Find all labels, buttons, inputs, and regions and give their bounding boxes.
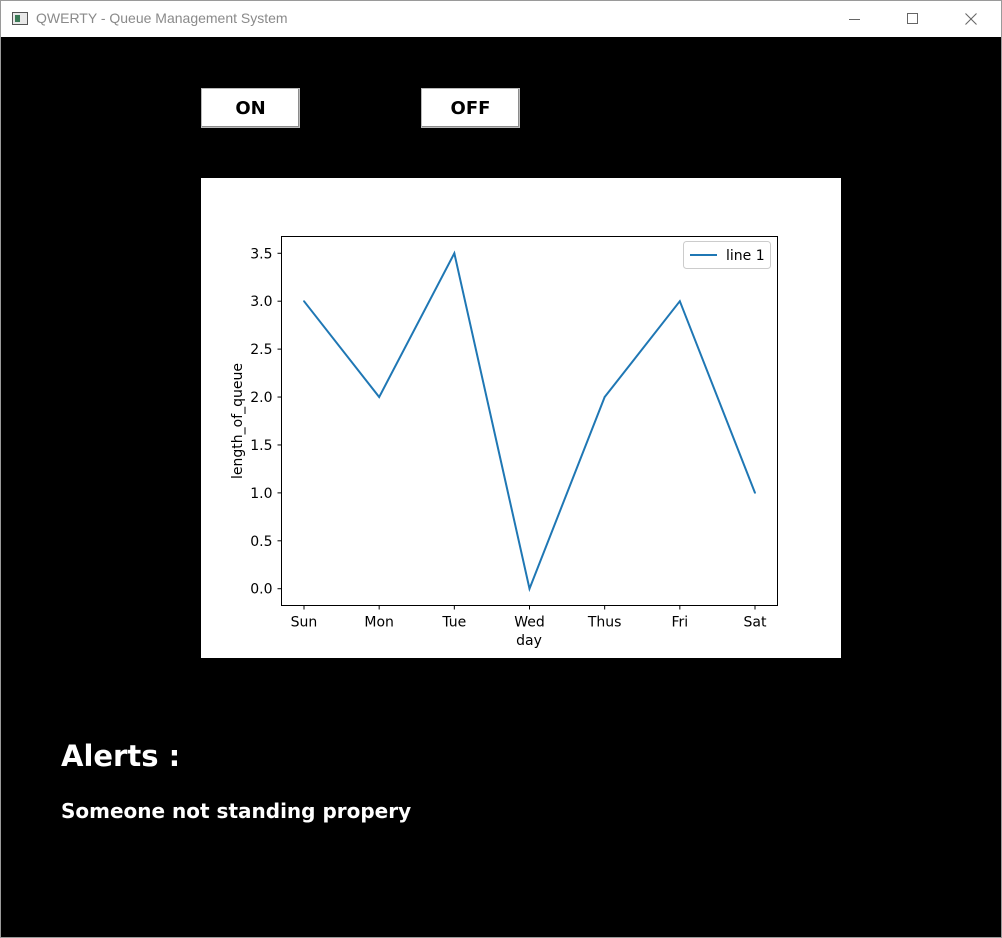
close-icon (965, 13, 977, 25)
series-line (303, 250, 756, 593)
x-tick-label: Tue (441, 615, 466, 631)
x-tick-label: Mon (364, 615, 394, 631)
y-tick-label: 3.0 (250, 294, 272, 310)
queue-chart: 0.0 0.5 1.0 1.5 2.0 2.5 3.0 3.5 Sun Mon Tue Wed Thu… (201, 178, 841, 658)
y-axis-ticks: 0.0 0.5 1.0 1.5 2.0 2.5 3.0 3.5 (250, 246, 282, 598)
data-point (528, 587, 531, 590)
data-point (603, 396, 606, 398)
app-window: QWERTY - Queue Management System ON OFF … (0, 0, 1002, 938)
x-tick-label: Sat (744, 615, 767, 631)
close-button[interactable] (948, 1, 994, 37)
y-tick-label: 2.0 (250, 390, 272, 406)
alert-message: Someone not standing propery (61, 799, 412, 823)
x-tick-label: Wed (514, 615, 545, 631)
y-tick-label: 1.5 (250, 438, 272, 454)
on-button[interactable]: ON (201, 88, 300, 128)
alerts-heading: Alerts : (61, 739, 181, 773)
minimize-icon (849, 19, 860, 20)
plot-frame (281, 236, 778, 606)
x-tick-label: Thus (587, 615, 622, 631)
x-tick-label: Fri (671, 615, 688, 631)
title-bar[interactable]: QWERTY - Queue Management System (1, 1, 1001, 37)
data-point (378, 396, 381, 398)
chart-canvas: 0.0 0.5 1.0 1.5 2.0 2.5 3.0 3.5 Sun Mon Tue Wed Thu… (230, 236, 778, 649)
app-icon (12, 12, 28, 25)
minimize-button[interactable] (832, 1, 878, 37)
maximize-icon (907, 13, 918, 24)
data-point (303, 300, 305, 303)
off-button[interactable]: OFF (421, 88, 520, 128)
y-tick-label: 0.5 (250, 534, 272, 550)
x-axis-ticks: Sun Mon Tue Wed Thus Fri Sat (291, 605, 767, 631)
data-point (678, 300, 681, 303)
main-content: ON OFF 0.0 0.5 1.0 1.5 2.0 2.5 3.0 3.5 Sun Mon Tu… (1, 37, 1001, 937)
y-tick-label: 0.0 (250, 582, 272, 598)
x-axis-label: day (516, 633, 542, 649)
legend-label: line 1 (726, 248, 765, 264)
y-tick-label: 3.5 (250, 246, 272, 262)
y-tick-label: 1.0 (250, 486, 272, 502)
series-lines (303, 250, 756, 593)
maximize-button[interactable] (890, 1, 936, 37)
x-tick-label: Sun (291, 615, 318, 631)
data-point (754, 491, 756, 494)
data-point (453, 252, 456, 255)
y-tick-label: 2.5 (250, 342, 272, 358)
chart-legend: line 1 (683, 241, 771, 269)
y-axis-label: length_of_queue (230, 363, 246, 479)
window-title: QWERTY - Queue Management System (36, 10, 288, 26)
